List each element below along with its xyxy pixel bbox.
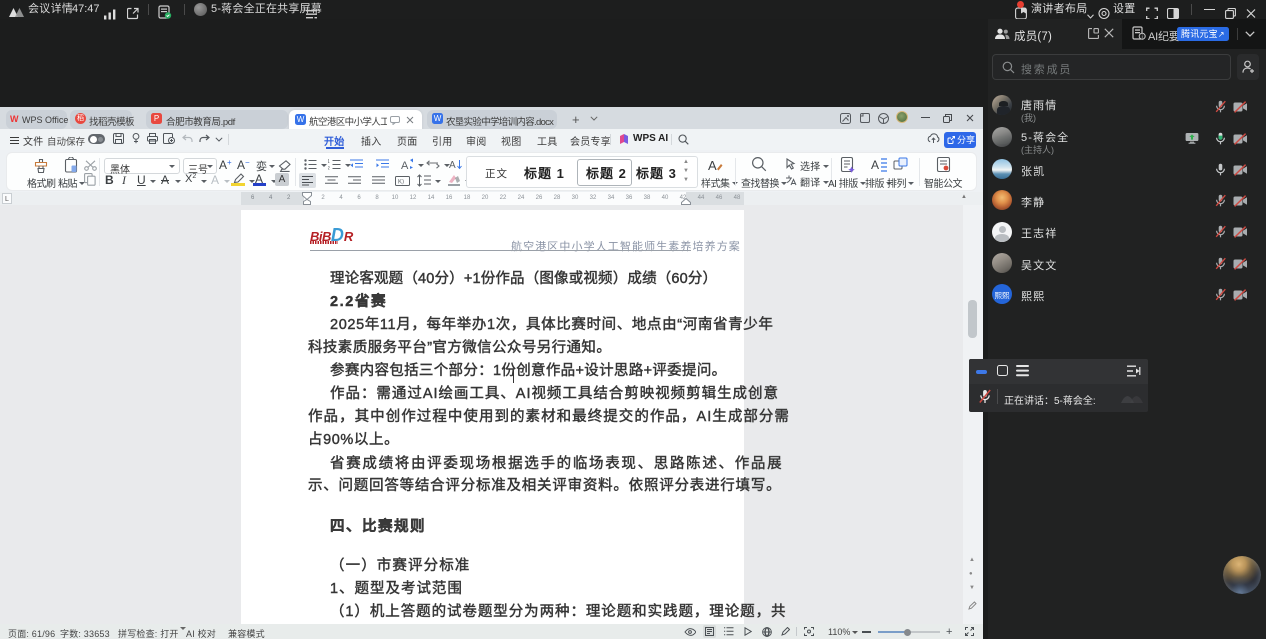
svg-text:A: A [401,160,409,171]
svg-text:A: A [871,158,879,172]
svg-text:K⟩: K⟩ [398,179,404,186]
svg-text:A: A [708,158,717,173]
svg-text:A: A [449,160,456,171]
svg-text:1: 1 [328,159,330,165]
svg-text:2: 2 [328,166,330,170]
svg-text:i: i [1142,34,1143,40]
